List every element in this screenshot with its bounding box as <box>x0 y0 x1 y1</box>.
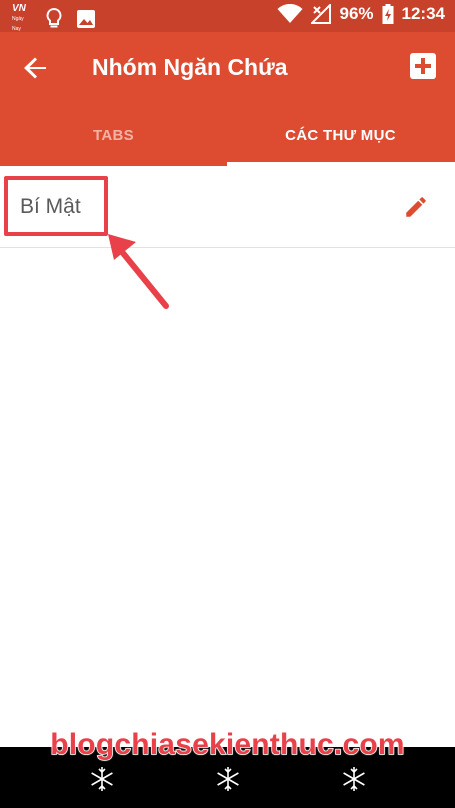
folder-name: Bí Mật <box>20 195 81 218</box>
image-icon <box>77 10 95 28</box>
status-right: 96% 12:34 <box>277 4 445 24</box>
carrier-logo: VN Ngày Nay <box>12 4 32 34</box>
wifi-icon <box>277 4 303 23</box>
folder-list-item[interactable]: Bí Mật <box>0 166 455 248</box>
tab-tabs[interactable]: TABS <box>0 104 227 166</box>
snowflake-icon <box>91 767 113 791</box>
add-folder-icon[interactable] <box>409 52 437 80</box>
watermark: blogchiasekienthuc.com <box>50 727 406 762</box>
carrier-logo-text: VN <box>12 3 26 14</box>
screen: VN Ngày Nay 96% 12:34 Nhóm Ngăn Chứa TAB… <box>0 0 455 808</box>
page-title: Nhóm Ngăn Chứa <box>92 54 288 80</box>
status-bar: VN Ngày Nay 96% 12:34 <box>0 0 455 32</box>
carrier-logo-subtext: Ngày Nay <box>12 16 24 32</box>
battery-icon <box>382 4 394 24</box>
tab-folders[interactable]: CÁC THƯ MỤC <box>227 104 454 166</box>
snowflake-icon <box>343 767 365 791</box>
lightbulb-icon <box>46 8 62 28</box>
pencil-icon[interactable] <box>403 194 429 220</box>
back-arrow-icon[interactable] <box>20 52 52 84</box>
snowflake-icon <box>217 767 239 791</box>
signal-icon <box>311 4 332 24</box>
app-toolbar: Nhóm Ngăn Chứa <box>0 32 455 104</box>
tab-bar: TABS CÁC THƯ MỤC <box>0 104 455 166</box>
battery-percent: 96% <box>339 4 374 23</box>
status-left: VN Ngày Nay <box>12 4 96 34</box>
clock: 12:34 <box>401 4 445 23</box>
